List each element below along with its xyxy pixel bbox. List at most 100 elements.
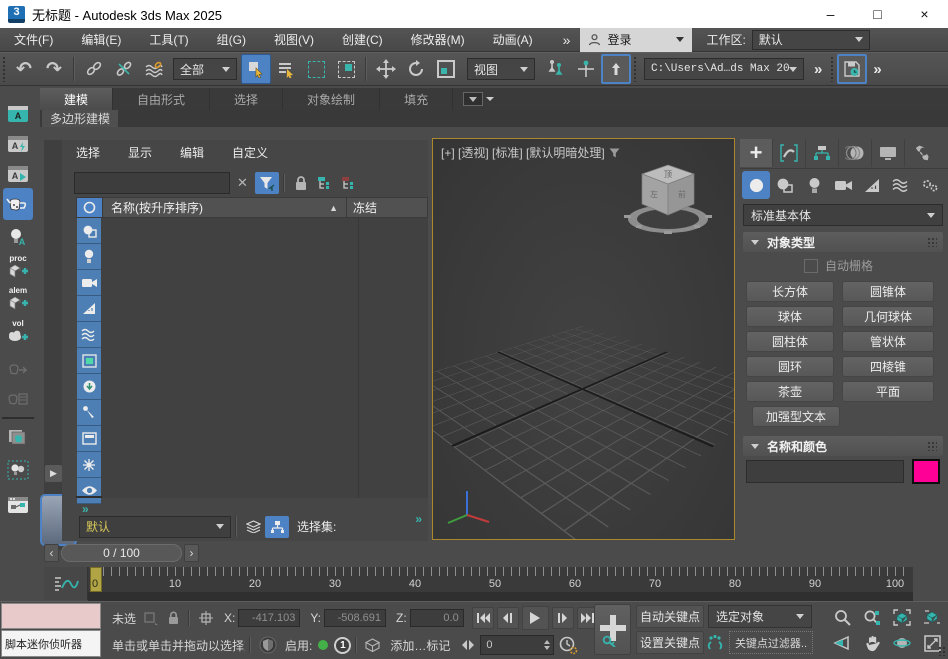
tab-hierarchy[interactable] (806, 139, 839, 167)
key-filters-button[interactable]: 关键点过滤器.. (729, 631, 813, 654)
zoom-extents-icon[interactable] (890, 606, 914, 628)
perspective-viewport[interactable]: [+] [透视] [标准] [默认明暗处理] 顶 左 前 (432, 138, 735, 540)
minimize-button[interactable]: – (807, 0, 854, 28)
ribbon-panel-polygon-modeling[interactable]: 多边形建模 (42, 110, 118, 127)
maxscript-listener-input[interactable]: 脚本迷你侦听器 (1, 630, 101, 657)
category-helpers[interactable] (858, 171, 886, 199)
expand-all-icon[interactable] (313, 172, 337, 194)
previous-frame-button[interactable]: ‹ (44, 544, 59, 562)
select-lights-icon[interactable] (3, 456, 33, 484)
menu-tools[interactable]: 工具(T) (135, 28, 202, 52)
active-layer-dropdown[interactable]: 默认 (79, 516, 231, 538)
panel-resize-grip[interactable] (938, 646, 946, 656)
menu-group[interactable]: 组(G) (203, 28, 260, 52)
previous-frame-key-button[interactable] (497, 607, 519, 629)
x-coordinate-field[interactable]: -417.103 (238, 609, 300, 627)
textplus-button[interactable]: 加强型文本 (752, 406, 840, 427)
explorer-menu-customize[interactable]: 自定义 (218, 144, 282, 166)
orbit-icon[interactable] (890, 632, 914, 654)
tab-display[interactable] (872, 139, 905, 167)
category-lights[interactable] (800, 171, 828, 199)
zoom-extents-all-icon[interactable] (920, 606, 944, 628)
show-groups-icon[interactable] (77, 348, 101, 374)
tube-button[interactable]: 管状体 (842, 331, 934, 352)
key-selection-filter-dropdown[interactable]: 选定对象 (708, 605, 812, 628)
select-object-button[interactable] (241, 54, 271, 84)
add-time-tag[interactable]: 添加…标记 (390, 637, 450, 654)
reference-coordinate-dropdown[interactable]: 视图 (467, 58, 535, 80)
set-keys-button[interactable] (594, 604, 631, 655)
unlink-button[interactable] (109, 54, 139, 84)
explorer-menu-edit[interactable]: 编辑 (166, 144, 218, 166)
next-frame-button[interactable]: › (184, 544, 199, 562)
zoom-icon[interactable] (830, 606, 854, 628)
select-and-scale-button[interactable] (431, 54, 461, 84)
frozen-column-header[interactable]: 冻结 (347, 198, 427, 217)
tab-modify[interactable] (773, 139, 806, 167)
show-frozen-icon[interactable] (77, 452, 101, 478)
bind-to-spacewarp-button[interactable] (139, 54, 169, 84)
track-bar[interactable] (88, 592, 913, 601)
new-key-type-icon[interactable] (706, 633, 724, 651)
cone-button[interactable]: 圆锥体 (842, 281, 934, 302)
viewcube[interactable]: 顶 左 前 (620, 159, 716, 243)
batch-render-icon[interactable] (3, 385, 33, 413)
menu-modifiers[interactable]: 修改器(M) (397, 28, 479, 52)
pyramid-button[interactable]: 四棱锥 (842, 356, 934, 377)
select-and-manipulate-button[interactable] (571, 54, 601, 84)
tab-utilities[interactable] (905, 139, 937, 167)
ribbon-tab-modeling[interactable]: 建模 (40, 88, 113, 110)
counter-badge[interactable]: 1 (334, 637, 351, 654)
name-color-rollout-header[interactable]: 名称和颜色 (743, 436, 943, 456)
torus-button[interactable]: 圆环 (746, 356, 834, 377)
ribbon-tab-populate[interactable]: 填充 (380, 88, 453, 110)
menu-create[interactable]: 创建(C) (328, 28, 397, 52)
expand-panel-button[interactable]: ▶ (45, 465, 62, 482)
tab-create[interactable]: + (740, 139, 773, 167)
object-type-rollout-header[interactable]: 对象类型 (743, 232, 943, 252)
absolute-mode-icon[interactable] (198, 610, 214, 626)
redo-button[interactable]: ↷ (39, 54, 69, 84)
vol-create-icon[interactable]: vol (3, 317, 33, 345)
category-cameras[interactable] (829, 171, 857, 199)
viewcube-front-label[interactable]: 前 (678, 189, 686, 199)
alem-create-icon[interactable]: alem (3, 284, 33, 312)
frame-indicator[interactable]: 0 / 100 (61, 544, 182, 562)
menu-animation[interactable]: 动画(A) (479, 28, 547, 52)
viewcube-top-label[interactable]: 顶 (664, 170, 672, 179)
layer-hierarchy-icon[interactable] (265, 516, 289, 538)
menu-overflow-chevron[interactable]: » (553, 32, 581, 48)
viewport-filter-icon[interactable] (609, 148, 620, 158)
menu-edit[interactable]: 编辑(E) (67, 28, 135, 52)
cylinder-button[interactable]: 圆柱体 (746, 331, 834, 352)
ribbon-tab-object-paint[interactable]: 对象绘制 (283, 88, 380, 110)
show-geometry-icon[interactable] (77, 218, 101, 244)
explorer-menu-select[interactable]: 选择 (62, 144, 114, 166)
sign-in-button[interactable]: 登录 (580, 28, 692, 52)
show-spacewarps-icon[interactable] (77, 322, 101, 348)
ribbon-tab-freeform[interactable]: 自由形式 (113, 88, 210, 110)
render-presets-icon[interactable] (3, 423, 33, 451)
project-folder-dropdown[interactable]: C:\Users\Ad…ds Max 2025 (644, 58, 804, 80)
render-setup-icon[interactable] (3, 188, 33, 220)
z-coordinate-field[interactable]: 0.0 (410, 609, 464, 627)
time-slider-ruler[interactable]: 0 10 20 30 40 50 60 70 80 90 100 (88, 567, 913, 592)
mini-curve-editor-button[interactable] (44, 567, 88, 600)
layer-explorer-icon[interactable]: A (3, 130, 33, 158)
time-configuration-icon[interactable] (559, 636, 578, 655)
field-of-view-icon[interactable] (830, 632, 854, 654)
proc-create-icon[interactable]: proc (3, 252, 33, 280)
pan-view-icon[interactable] (860, 632, 884, 654)
box-button[interactable]: 长方体 (746, 281, 834, 302)
ribbon-tab-selection[interactable]: 选择 (210, 88, 283, 110)
geosphere-button[interactable]: 几何球体 (842, 306, 934, 327)
plane-button[interactable]: 平面 (842, 381, 934, 402)
ribbon-minimize-button[interactable] (453, 88, 504, 110)
maximize-button[interactable]: □ (854, 0, 901, 28)
close-button[interactable]: × (901, 0, 948, 28)
select-and-rotate-button[interactable] (401, 54, 431, 84)
show-containers-icon[interactable] (77, 426, 101, 452)
category-systems[interactable] (916, 171, 944, 199)
light-explorer-icon[interactable]: A (3, 223, 33, 251)
toolbar-overflow-chevron-2[interactable]: » (867, 61, 887, 78)
